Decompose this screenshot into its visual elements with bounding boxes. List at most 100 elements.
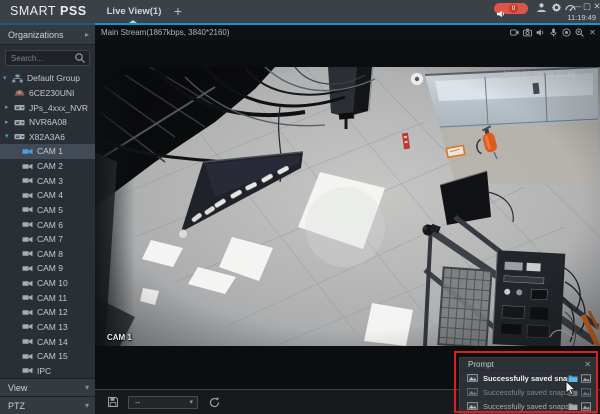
logo-pss: PSS [60,4,87,18]
prompt-message: Successfully saved snapshot [483,387,568,397]
tree-item-x82a3a6[interactable]: ▾ X82A3A6 [0,130,95,145]
tree-item-cam-1[interactable]: CAM 1 [0,144,95,159]
view-panel-header[interactable]: View ▾ [0,378,95,396]
video-canvas[interactable]: 2023-07-04 03:22:46 CAM 1 [95,40,600,389]
open-folder-icon[interactable] [568,374,578,383]
save-view-icon[interactable] [107,396,119,408]
tree-item-default-group[interactable]: ▾ Default Group [0,71,95,86]
snapshot-icon[interactable] [523,28,532,37]
ptz-panel-header[interactable]: PTZ ▾ [0,396,95,414]
prompt-message: Successfully saved snapshot [483,373,568,383]
open-image-icon[interactable] [581,387,591,397]
alarm-count-badge: 0 [509,4,518,13]
live-view-pane: Main Stream(1867kbps, 3840*2160) ✕ 2023-… [95,25,600,414]
tree-item-label: CAM 10 [37,278,68,289]
tree-item-6ce230uni[interactable]: 6CE230UNI [0,86,95,101]
open-folder-icon[interactable] [568,402,578,411]
refresh-icon[interactable] [208,396,221,409]
tree-item-label: CAM 7 [37,234,63,245]
open-image-icon[interactable] [581,401,591,411]
organizations-header[interactable]: Organizations ▸ [0,25,95,45]
minimize-button[interactable]: — [572,1,582,12]
alarm-button[interactable]: 0 [494,3,528,17]
active-tab-notch [129,20,137,23]
talk-icon[interactable] [549,28,558,37]
expand-icon[interactable]: ▸ [5,104,14,111]
video-tile-toolbar: ✕ [510,25,597,40]
tree-item-label: CAM 12 [37,307,68,318]
tree-item-cam-15[interactable]: CAM 15 [0,349,95,364]
instant-record-icon[interactable] [562,28,571,37]
tree-item-cam-13[interactable]: CAM 13 [0,320,95,335]
expand-icon[interactable]: ▾ [5,133,14,140]
audio-icon[interactable] [536,28,545,37]
snapshot-thumbnail-icon [467,388,478,396]
snapshot-thumbnail-icon [467,374,478,382]
dropdown-value: -- [135,397,141,407]
prompt-message: Successfully saved snapshot [483,401,568,411]
view-panel-label: View [8,383,28,393]
cam-icon [22,352,34,361]
video-tile-header[interactable]: Main Stream(1867kbps, 3840*2160) ✕ [95,25,600,40]
add-tab-button[interactable]: + [170,1,186,23]
title-bar: SMART PSS Live View(1) + 0 — ▢ ✕ 11:19:4… [0,0,600,23]
open-image-icon[interactable] [581,373,591,383]
app-logo: SMART PSS [10,4,87,18]
device-tree: ▾ Default Group 6CE230UNI ▸ JPs_4xxx_NVR ▸ NVR… [0,71,95,378]
prompt-close-icon[interactable]: ✕ [584,358,591,371]
tree-item-label: CAM 3 [37,175,63,186]
prompt-header: Prompt ✕ [460,358,596,371]
cam-icon [22,205,34,214]
tree-item-label: CAM 8 [37,248,63,259]
smartpss-window: SMART PSS Live View(1) + 0 — ▢ ✕ 11:19:4… [0,0,600,414]
maximize-button[interactable]: ▢ [582,1,592,12]
cam-icon [22,220,34,229]
tree-item-cam-10[interactable]: CAM 10 [0,276,95,291]
cam-icon [22,308,34,317]
tree-item-cam-8[interactable]: CAM 8 [0,247,95,262]
prompt-row-3: Successfully saved snapshot [460,399,596,413]
tree-item-cam-14[interactable]: CAM 14 [0,334,95,349]
tree-item-cam-7[interactable]: CAM 7 [0,232,95,247]
ptz-panel-label: PTZ [8,401,25,411]
tree-item-label: NVR6A08 [29,117,67,128]
prompt-row-actions [568,373,591,383]
camera-scene [95,67,600,346]
tree-item-nvr6a08[interactable]: ▸ NVR6A08 [0,115,95,130]
snapshot-thumbnail-icon [467,402,478,410]
nvr-icon [14,103,26,112]
tree-item-cam-6[interactable]: CAM 6 [0,217,95,232]
tree-item-label: CAM 4 [37,190,63,201]
digital-zoom-icon[interactable] [575,28,584,37]
tree-item-label: CAM 6 [37,219,63,230]
ptz-caret-icon: ▾ [84,401,89,410]
cam-icon [22,366,34,375]
tree-item-label: JPs_4xxx_NVR [29,102,89,113]
cam-icon [22,279,34,288]
tree-item-ipc[interactable]: IPC [0,364,95,379]
tree-item-cam-11[interactable]: CAM 11 [0,290,95,305]
tree-item-cam-12[interactable]: CAM 12 [0,305,95,320]
expand-icon[interactable]: ▾ [3,75,12,82]
tree-item-cam-9[interactable]: CAM 9 [0,261,95,276]
tree-item-jps-4xxx-nvr[interactable]: ▸ JPs_4xxx_NVR [0,100,95,115]
tree-item-cam-3[interactable]: CAM 3 [0,173,95,188]
close-button[interactable]: ✕ [592,1,600,12]
search-icon [74,52,86,64]
local-record-icon[interactable] [510,28,519,37]
cam-icon [22,293,34,302]
user-icon[interactable] [536,2,547,13]
nvr-icon [14,118,26,127]
search-box[interactable] [5,50,90,66]
tree-item-cam-5[interactable]: CAM 5 [0,203,95,218]
close-video-icon[interactable]: ✕ [588,28,597,37]
tree-item-label: Default Group [27,73,80,84]
tree-item-cam-4[interactable]: CAM 4 [0,188,95,203]
view-select-dropdown[interactable]: -- ▾ [128,395,198,409]
search-input[interactable] [6,53,74,63]
expand-icon[interactable]: ▸ [5,119,14,126]
open-folder-icon[interactable] [568,388,578,397]
prompt-row-2: Successfully saved snapshot [460,385,596,399]
gear-icon[interactable] [551,2,562,13]
tree-item-cam-2[interactable]: CAM 2 [0,159,95,174]
